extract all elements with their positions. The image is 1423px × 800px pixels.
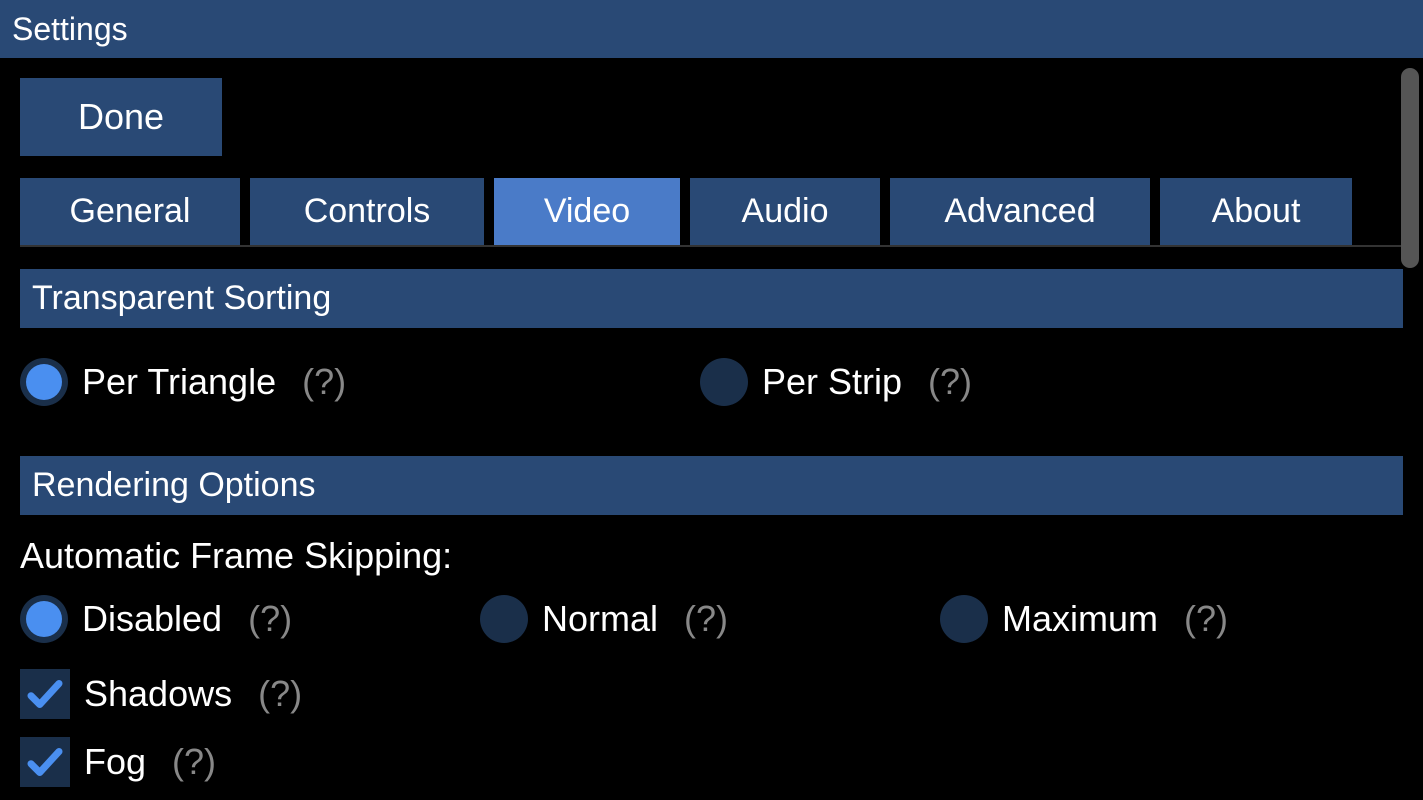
radio-indicator	[20, 358, 68, 406]
radio-disabled[interactable]: Disabled (?)	[20, 595, 480, 643]
help-icon[interactable]: (?)	[684, 598, 728, 640]
radio-label: Disabled	[82, 598, 222, 640]
check-icon	[24, 741, 66, 783]
radio-per-strip[interactable]: Per Strip (?)	[700, 358, 1403, 406]
section-transparent-sorting: Transparent Sorting	[20, 269, 1403, 328]
help-icon[interactable]: (?)	[248, 598, 292, 640]
checkbox-shadows[interactable]: Shadows (?)	[20, 669, 1403, 719]
help-icon[interactable]: (?)	[928, 361, 972, 403]
section-rendering-options: Rendering Options	[20, 456, 1403, 515]
tab-bar: General Controls Video Audio Advanced Ab…	[20, 178, 1403, 247]
radio-label: Maximum	[1002, 598, 1158, 640]
radio-indicator	[700, 358, 748, 406]
section-title: Rendering Options	[32, 466, 316, 504]
checkbox-box	[20, 737, 70, 787]
radio-indicator	[940, 595, 988, 643]
checkbox-box	[20, 669, 70, 719]
tab-video[interactable]: Video	[494, 178, 680, 245]
radio-per-triangle[interactable]: Per Triangle (?)	[20, 358, 700, 406]
radio-label: Per Triangle	[82, 361, 276, 403]
tab-general[interactable]: General	[20, 178, 240, 245]
check-icon	[24, 673, 66, 715]
tab-audio[interactable]: Audio	[690, 178, 880, 245]
radio-normal[interactable]: Normal (?)	[480, 595, 940, 643]
frame-skipping-label: Automatic Frame Skipping:	[20, 535, 1403, 577]
done-button[interactable]: Done	[20, 78, 222, 156]
header-bar: Settings	[0, 0, 1423, 58]
radio-indicator	[20, 595, 68, 643]
scrollbar-thumb[interactable]	[1401, 68, 1419, 268]
help-icon[interactable]: (?)	[258, 673, 302, 715]
radio-label: Normal	[542, 598, 658, 640]
tab-about[interactable]: About	[1160, 178, 1352, 245]
transparent-sorting-options: Per Triangle (?) Per Strip (?)	[20, 358, 1403, 406]
content-area: Done General Controls Video Audio Advanc…	[0, 58, 1423, 787]
help-icon[interactable]: (?)	[302, 361, 346, 403]
checkbox-fog[interactable]: Fog (?)	[20, 737, 1403, 787]
section-title: Transparent Sorting	[32, 279, 331, 317]
frame-skipping-options: Disabled (?) Normal (?) Maximum (?)	[20, 595, 1403, 643]
tab-controls[interactable]: Controls	[250, 178, 484, 245]
checkbox-label: Shadows	[84, 673, 232, 715]
radio-maximum[interactable]: Maximum (?)	[940, 595, 1403, 643]
radio-indicator	[480, 595, 528, 643]
tab-advanced[interactable]: Advanced	[890, 178, 1150, 245]
help-icon[interactable]: (?)	[172, 741, 216, 783]
page-title: Settings	[12, 11, 128, 48]
checkbox-label: Fog	[84, 741, 146, 783]
help-icon[interactable]: (?)	[1184, 598, 1228, 640]
radio-label: Per Strip	[762, 361, 902, 403]
